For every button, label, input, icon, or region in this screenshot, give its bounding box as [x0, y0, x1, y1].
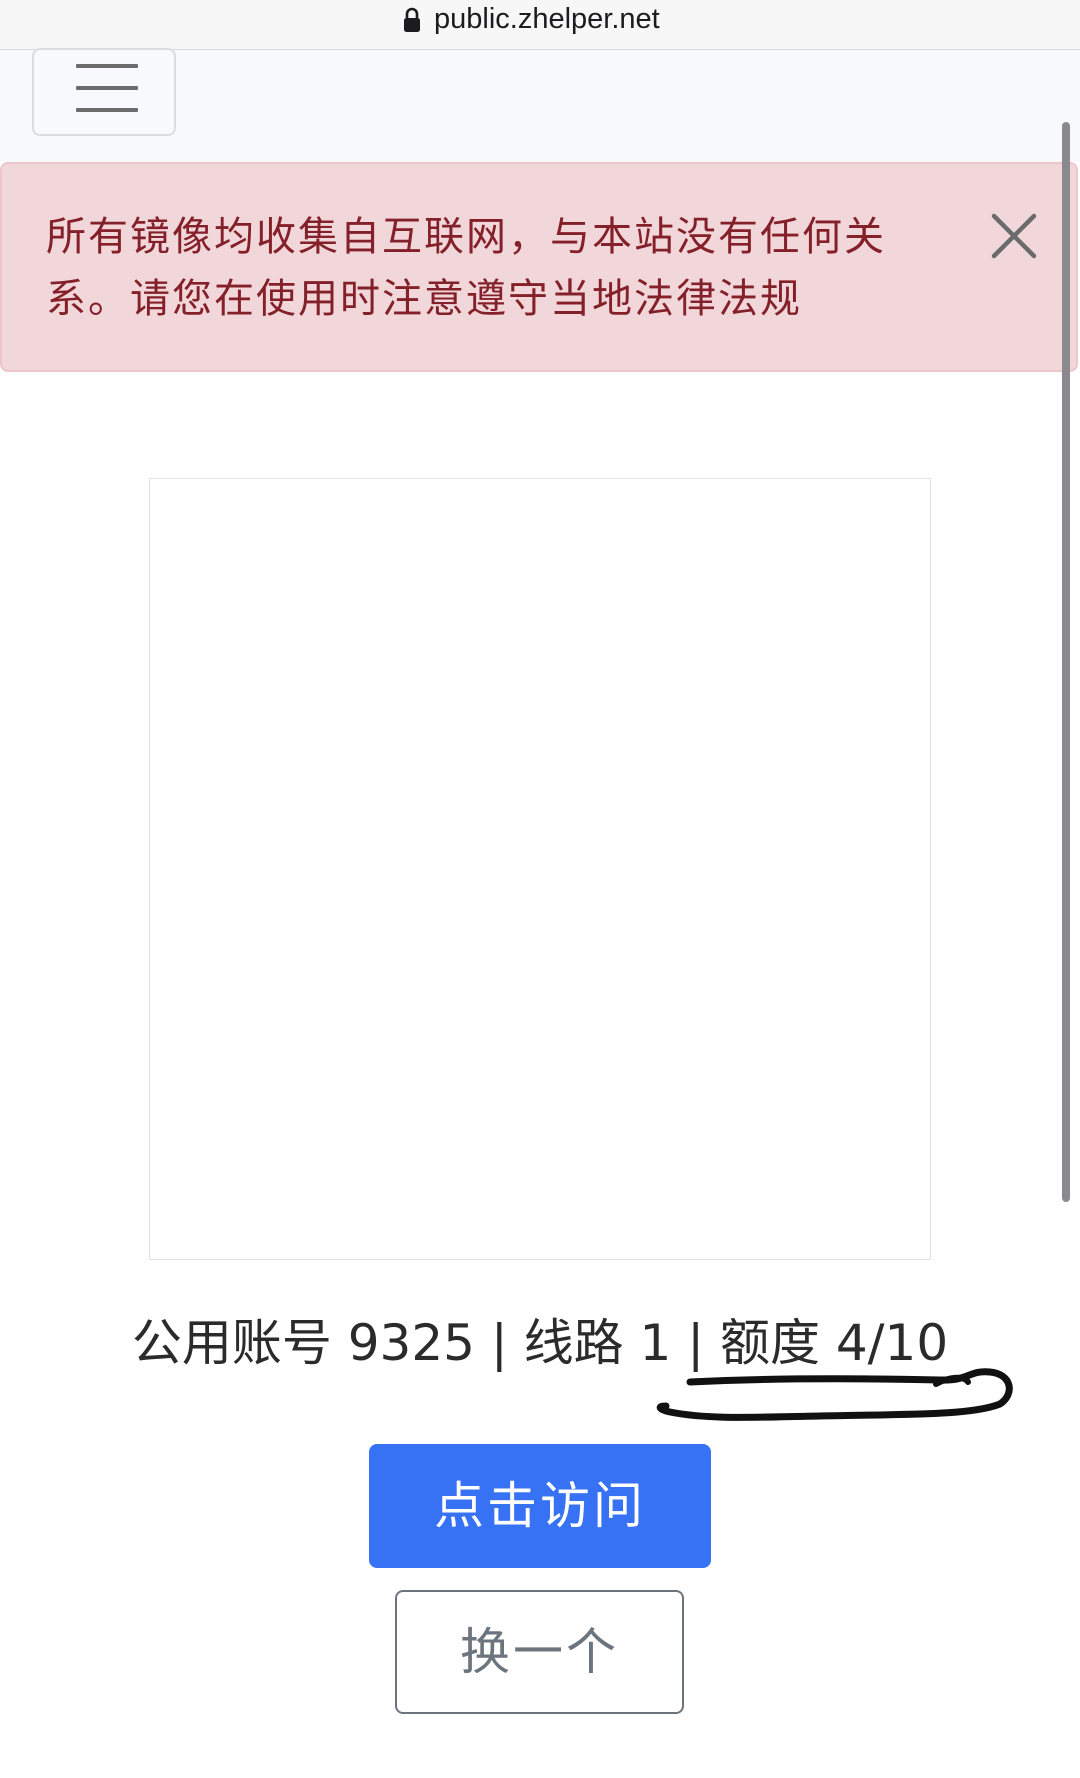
browser-url-bar[interactable]: public.zhelper.net	[0, 0, 1080, 50]
alert-close-button[interactable]	[991, 213, 1037, 259]
page-scrollbar[interactable]	[1062, 122, 1070, 1202]
disclaimer-alert: 所有镜像均收集自互联网，与本站没有任何关系。请您在使用时注意遵守当地法律法规	[0, 162, 1078, 372]
menu-toggle-button[interactable]	[32, 48, 176, 136]
alert-message: 所有镜像均收集自互联网，与本站没有任何关系。请您在使用时注意遵守当地法律法规	[46, 214, 886, 322]
switch-account-button[interactable]: 换一个	[395, 1590, 684, 1714]
lock-icon	[402, 6, 422, 36]
mirror-image-panel	[149, 478, 931, 1260]
browser-url-text[interactable]: public.zhelper.net	[434, 0, 660, 38]
visit-button[interactable]: 点击访问	[369, 1444, 711, 1568]
close-icon	[991, 213, 1037, 263]
scribble-annotation	[656, 1368, 1013, 1421]
navbar	[0, 48, 1080, 162]
